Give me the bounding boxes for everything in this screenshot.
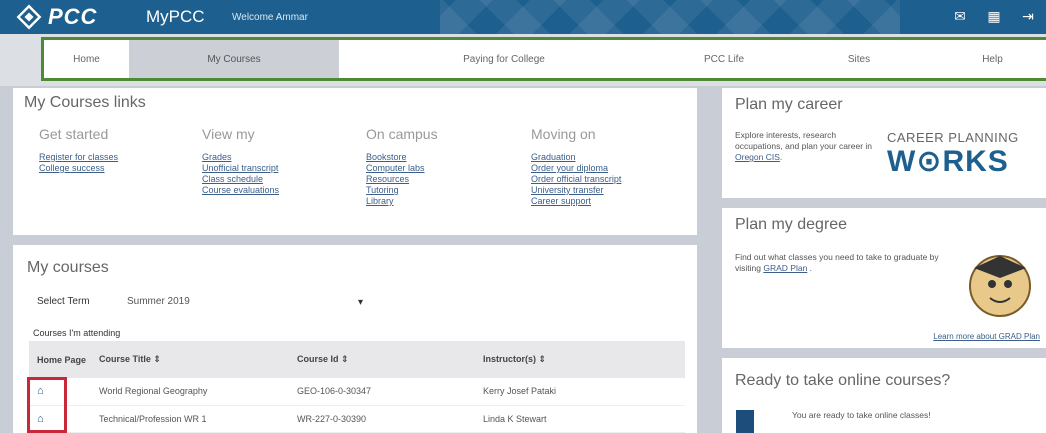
top-header: PCC MyPCC Welcome Ammar ✉ ▦ ⇥	[0, 0, 1046, 34]
links-column-get-started: Get started Register for classes College…	[39, 126, 118, 174]
column-heading: On campus	[366, 126, 438, 142]
term-select[interactable]: Summer 2019	[127, 296, 190, 307]
link-resources[interactable]: Resources	[366, 174, 438, 185]
panel-title: My Courses links	[24, 94, 146, 111]
table-header-row: Home Page Course Title ⇕ Course Id ⇕ Ins…	[29, 341, 685, 378]
course-id-cell: GEO-106-0-30347	[289, 378, 475, 406]
pcc-logo[interactable]: PCC	[16, 4, 98, 30]
nav-sites[interactable]: Sites	[779, 40, 939, 78]
link-library[interactable]: Library	[366, 196, 438, 207]
link-bookstore[interactable]: Bookstore	[366, 152, 438, 163]
nav-bar-wrapper: Home My Courses Paying for College PCC L…	[0, 34, 1046, 86]
nav-pcc-life[interactable]: PCC Life	[669, 40, 779, 78]
link-grades[interactable]: Grades	[202, 152, 279, 163]
panel-title: Ready to take online courses?	[735, 372, 951, 389]
link-unofficial-transcript[interactable]: Unofficial transcript	[202, 163, 279, 174]
column-header-home-page: Home Page	[29, 341, 91, 378]
mail-icon[interactable]: ✉	[952, 8, 968, 25]
career-planning-works-logo-line2: W⊙RKS	[887, 145, 1009, 178]
link-tutoring[interactable]: Tutoring	[366, 185, 438, 196]
learn-more-grad-plan-link[interactable]: Learn more about GRAD Plan	[933, 332, 1040, 341]
header-icons: ✉ ▦ ⇥	[952, 8, 1036, 25]
column-heading: Get started	[39, 126, 109, 142]
my-courses-links-panel: My Courses links Get started Register fo…	[13, 88, 697, 235]
courses-table: Home Page Course Title ⇕ Course Id ⇕ Ins…	[29, 341, 685, 433]
logo-text: PCC	[48, 4, 98, 29]
panel-title: Plan my career	[735, 96, 843, 113]
links-column-moving-on: Moving on Graduation Order your diploma …	[531, 126, 621, 207]
course-title-cell: World Regional Geography	[91, 378, 289, 406]
link-class-schedule[interactable]: Class schedule	[202, 174, 279, 185]
column-header-instructor[interactable]: Instructor(s) ⇕	[475, 341, 685, 378]
online-ready-text: You are ready to take online classes!	[792, 410, 931, 420]
dropdown-caret-icon[interactable]: ▾	[358, 297, 363, 308]
course-title-cell: Technical/Profession WR 1	[91, 405, 289, 433]
table-row: ⌂ World Regional Geography GEO-106-0-303…	[29, 378, 685, 406]
my-courses-panel: My courses Select Term Summer 2019 ▾ Cou…	[13, 245, 697, 433]
nav-help[interactable]: Help	[939, 40, 1046, 78]
column-heading: View my	[202, 126, 255, 142]
link-order-your-diploma[interactable]: Order your diploma	[531, 163, 621, 174]
header-pattern	[440, 0, 900, 34]
table-row: ⌂ Technical/Profession WR 1 WR-227-0-303…	[29, 405, 685, 433]
welcome-message: Welcome Ammar	[232, 12, 308, 23]
link-computer-labs[interactable]: Computer labs	[366, 163, 438, 174]
link-order-official-transcript[interactable]: Order official transcript	[531, 174, 621, 185]
calendar-icon[interactable]: ▦	[986, 8, 1002, 25]
links-column-view-my: View my Grades Unofficial transcript Cla…	[202, 126, 279, 196]
career-text: Explore interests, research occupations,…	[735, 130, 873, 151]
link-university-transfer[interactable]: University transfer	[531, 185, 621, 196]
plan-my-degree-panel: Plan my degree Find out what classes you…	[722, 208, 1046, 348]
nav-paying-for-college[interactable]: Paying for College	[339, 40, 669, 78]
logout-icon[interactable]: ⇥	[1020, 8, 1036, 25]
pcc-logo-mark-icon	[16, 4, 42, 30]
online-courses-panel: Ready to take online courses? You are re…	[722, 358, 1046, 433]
link-college-success[interactable]: College success	[39, 163, 118, 174]
degree-description: Find out what classes you need to take t…	[735, 252, 939, 273]
link-career-support[interactable]: Career support	[531, 196, 621, 207]
link-graduation[interactable]: Graduation	[531, 152, 621, 163]
main-nav: Home My Courses Paying for College PCC L…	[41, 37, 1046, 81]
courses-attending-label: Courses I'm attending	[33, 328, 121, 338]
panel-title: My courses	[27, 259, 109, 276]
link-register-for-classes[interactable]: Register for classes	[39, 152, 118, 163]
nav-my-courses[interactable]: My Courses	[129, 40, 339, 78]
oregon-cis-link[interactable]: Oregon CIS	[735, 152, 780, 162]
career-planning-works-logo-line1: CAREER PLANNING	[887, 130, 1019, 145]
nav-home[interactable]: Home	[44, 40, 129, 78]
app-name: MyPCC	[146, 7, 205, 26]
column-heading: Moving on	[531, 126, 596, 142]
link-course-evaluations[interactable]: Course evaluations	[202, 185, 279, 196]
instructor-cell: Linda K Stewart	[475, 405, 685, 433]
grad-plan-link[interactable]: GRAD Plan	[763, 263, 807, 273]
career-description: Explore interests, research occupations,…	[735, 130, 873, 162]
panel-title: Plan my degree	[735, 216, 848, 233]
online-book-icon	[736, 410, 754, 433]
column-header-course-id[interactable]: Course Id ⇕	[289, 341, 475, 378]
instructor-cell: Kerry Josef Pataki	[475, 378, 685, 406]
links-column-on-campus: On campus Bookstore Computer labs Resour…	[366, 126, 438, 207]
course-id-cell: WR-227-0-30390	[289, 405, 475, 433]
grad-mascot-icon	[969, 255, 1031, 317]
column-header-course-title[interactable]: Course Title ⇕	[91, 341, 289, 378]
term-label: Select Term	[37, 296, 90, 307]
plan-my-career-panel: Plan my career Explore interests, resear…	[722, 88, 1046, 198]
home-page-highlight-box	[27, 377, 67, 433]
